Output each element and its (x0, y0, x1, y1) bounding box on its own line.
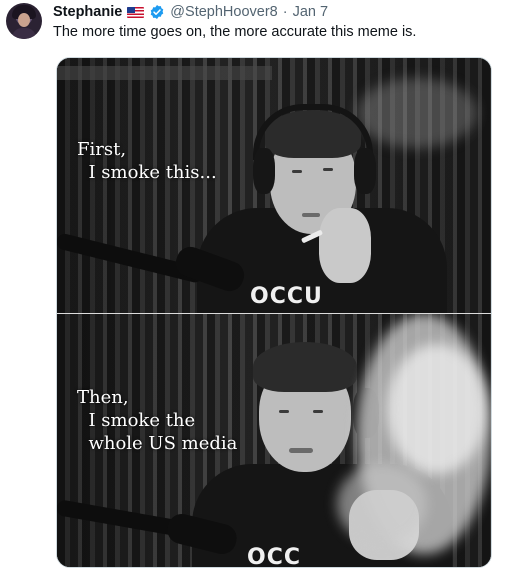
avatar-face (18, 13, 30, 27)
meme-panel-bottom: OCC Then, I smoke the whole US media (57, 314, 491, 567)
mouth (302, 213, 320, 217)
eye-left (292, 170, 302, 173)
hand (319, 208, 371, 283)
caption-bottom-line3: whole US media (77, 433, 238, 454)
tweet-date[interactable]: Jan 7 (293, 4, 328, 20)
headphones-earcup-right (354, 148, 376, 194)
shirt-text: OCCU (250, 284, 323, 309)
eye-right (313, 410, 323, 413)
caption-bottom-line2: I smoke the (77, 410, 196, 431)
caption-bottom-line1: Then, (77, 387, 129, 408)
tweet-header: Stephanie @StephHoover8 · Jan 7 (53, 3, 328, 21)
meme-panel-top: OCCU First, I smoke this... (57, 58, 491, 313)
eye-right (323, 168, 333, 171)
caption-top-line1: First, (77, 139, 127, 160)
eye-left (279, 410, 289, 413)
meme-image[interactable]: OCCU First, I smoke this... OCC Then, I … (56, 57, 492, 568)
author-handle[interactable]: @StephHoover8 (170, 4, 277, 20)
smoke-cloud (387, 344, 487, 474)
smoke-cloud (337, 464, 427, 544)
shirt-text: OCC (247, 545, 301, 567)
header-separator: · (282, 4, 288, 20)
author-avatar[interactable] (6, 3, 42, 39)
author-name[interactable]: Stephanie (53, 4, 122, 20)
avatar-body (12, 28, 36, 39)
person-top: OCCU (57, 58, 491, 313)
mouth (289, 448, 313, 453)
headphones-earcup-left (253, 148, 275, 194)
verified-badge-icon[interactable] (149, 4, 165, 20)
caption-top-line2: I smoke this... (77, 162, 217, 183)
tweet-text: The more time goes on, the more accurate… (53, 24, 417, 40)
hair (253, 342, 357, 392)
us-flag-icon (127, 6, 145, 18)
